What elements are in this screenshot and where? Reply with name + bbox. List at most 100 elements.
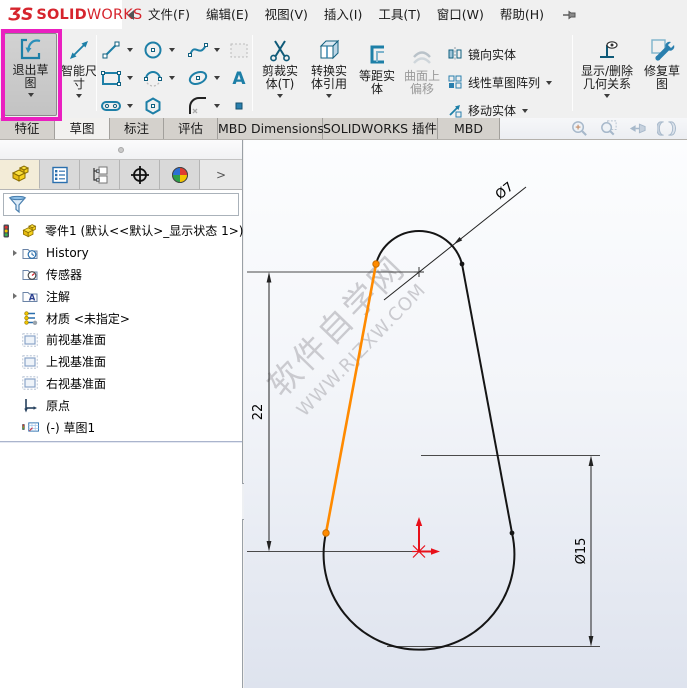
menu-window[interactable]: 窗口(W)	[429, 0, 492, 29]
tree-item-right-plane[interactable]: 右视基准面	[0, 373, 242, 395]
line-tool[interactable]	[99, 38, 141, 62]
sketch-text-icon	[227, 66, 251, 90]
circle-dropdown-caret-icon[interactable]	[169, 48, 175, 52]
relations-dropdown-caret-icon[interactable]	[604, 94, 610, 98]
tab-sketch[interactable]: 草图	[55, 118, 110, 139]
right-tangent-line[interactable]	[461, 263, 513, 534]
move-entities-dropdown-caret-icon[interactable]	[522, 108, 529, 113]
convert-entities-icon	[316, 37, 342, 63]
smart-dimension-dropdown-caret-icon[interactable]	[76, 94, 82, 98]
ribbon-separator	[572, 35, 573, 111]
slot-dropdown-caret-icon[interactable]	[127, 104, 133, 108]
tangent-point-marker[interactable]	[459, 261, 465, 267]
line-dropdown-caret-icon[interactable]	[127, 48, 133, 52]
pin-menu-icon[interactable]	[562, 7, 578, 23]
tree-item-origin[interactable]: 原点	[0, 394, 242, 416]
tree-item-front-plane[interactable]: 前视基准面	[0, 329, 242, 351]
graphics-viewport[interactable]: 软件自学网 WWW.RJZXW.COM 22 Ø15 Ø7	[244, 140, 687, 688]
menu-insert[interactable]: 插入(I)	[316, 0, 370, 29]
display-sphere-icon	[170, 165, 190, 185]
spline-tool[interactable]	[186, 38, 227, 62]
smart-dimension-button[interactable]: 智能尺寸	[61, 35, 97, 98]
previous-view-icon[interactable]	[628, 119, 647, 138]
tree-filter-box[interactable]	[3, 193, 239, 216]
sensors-folder-icon	[22, 266, 38, 282]
convert-entities-button[interactable]: 转换实体引用	[305, 35, 353, 98]
polygon-tool[interactable]	[141, 94, 186, 118]
tree-item-sensors[interactable]: 传感器	[0, 264, 242, 286]
sketch-plane-icon	[227, 38, 251, 62]
tab-mbd-dimensions[interactable]: MBD Dimensions	[218, 118, 324, 139]
property-manager-tab[interactable]	[40, 160, 80, 189]
repair-sketch-button[interactable]: 修复草图	[639, 35, 685, 91]
menu-view[interactable]: 视图(V)	[257, 0, 316, 29]
panel-resize-handle[interactable]	[0, 140, 242, 159]
tree-item-top-plane[interactable]: 上视基准面	[0, 351, 242, 373]
exit-sketch-button[interactable]: 退出草图	[4, 33, 57, 116]
offset-on-surface-label: 曲面上偏移	[403, 69, 440, 96]
tab-mbd[interactable]: MBD	[438, 118, 500, 139]
arc-dropdown-caret-icon[interactable]	[169, 76, 175, 80]
menu-file[interactable]: 文件(F)	[140, 0, 198, 29]
exit-sketch-label: 退出草图	[12, 63, 49, 90]
rectangle-tool[interactable]	[99, 66, 141, 90]
tab-solidworks-addins[interactable]: SOLIDWORKS 插件	[323, 118, 438, 139]
ellipse-dropdown-caret-icon[interactable]	[214, 76, 220, 80]
tab-features[interactable]: 特征	[0, 118, 55, 139]
dimension-diameter-15[interactable]: Ø15	[574, 455, 594, 647]
configuration-manager-tab[interactable]	[80, 160, 120, 189]
3d-sketch-plane-tool-disabled	[227, 38, 255, 62]
dimension-height-22[interactable]: 22	[251, 272, 272, 552]
selected-endpoint-marker[interactable]	[372, 260, 380, 268]
feature-tree-tab[interactable]	[0, 160, 40, 189]
dimxpert-manager-tab[interactable]	[120, 160, 160, 189]
menu-tools[interactable]: 工具(T)	[370, 0, 428, 29]
fillet-tool[interactable]	[186, 94, 227, 118]
section-view-icon[interactable]	[657, 119, 676, 138]
spline-icon	[186, 38, 210, 62]
tree-item-material[interactable]: 材质 <未指定>	[0, 307, 242, 329]
display-manager-tab[interactable]	[160, 160, 200, 189]
zoom-to-area-icon[interactable]	[599, 119, 618, 138]
sketch-origin[interactable]	[412, 517, 440, 558]
tree-root-part[interactable]: 零件1 (默认<<默认>_显示状态 1>)	[0, 220, 244, 242]
trim-dropdown-caret-icon[interactable]	[277, 94, 283, 98]
offset-entities-button[interactable]: 等距实体	[355, 40, 399, 96]
tree-item-annotations[interactable]: 注解	[0, 285, 242, 307]
tree-splitter[interactable]	[0, 440, 242, 443]
tab-evaluate[interactable]: 评估	[164, 118, 218, 139]
menu-collapse-arrow-icon[interactable]	[128, 9, 134, 20]
tangent-point-marker[interactable]	[509, 530, 515, 536]
fillet-dropdown-caret-icon[interactable]	[214, 104, 220, 108]
circle-tool[interactable]	[141, 38, 186, 62]
expand-arrow-icon[interactable]	[8, 293, 22, 300]
spline-dropdown-caret-icon[interactable]	[214, 48, 220, 52]
menu-edit[interactable]: 编辑(E)	[198, 0, 257, 29]
text-tool[interactable]	[227, 66, 255, 90]
part-icon	[10, 164, 30, 184]
pattern-tools-stack: 镜向实体 线性草图阵列 移动实体	[447, 40, 553, 124]
exit-sketch-dropdown-caret-icon[interactable]	[27, 93, 34, 97]
tree-item-sketch1[interactable]: (-) 草图1	[0, 416, 242, 438]
trim-entities-button[interactable]: 剪裁实体(T)	[257, 35, 303, 98]
panel-tabs-overflow-button[interactable]: >	[200, 160, 242, 189]
slot-tool[interactable]	[99, 94, 141, 118]
ellipse-tool[interactable]	[186, 66, 227, 90]
zoom-to-fit-icon[interactable]	[570, 119, 589, 138]
linear-pattern-dropdown-caret-icon[interactable]	[546, 80, 553, 85]
point-tool[interactable]	[227, 94, 255, 118]
plane-icon	[22, 375, 38, 391]
mirror-entities-button[interactable]: 镜向实体	[447, 40, 552, 68]
rectangle-dropdown-caret-icon[interactable]	[127, 76, 133, 80]
trim-scissors-icon	[267, 37, 293, 63]
display-delete-relations-button[interactable]: 显示/删除几何关系	[577, 35, 637, 98]
tab-markup[interactable]: 标注	[110, 118, 164, 139]
tree-item-history[interactable]: History	[0, 242, 242, 264]
linear-sketch-pattern-button[interactable]: 线性草图阵列	[447, 68, 553, 96]
selected-endpoint-marker[interactable]	[322, 529, 330, 537]
part-root-label: 零件1 (默认<<默认>_显示状态 1>)	[45, 224, 244, 239]
menu-help[interactable]: 帮助(H)	[492, 0, 552, 29]
convert-dropdown-caret-icon[interactable]	[326, 94, 332, 98]
arc-tool[interactable]	[141, 66, 186, 90]
expand-arrow-icon[interactable]	[8, 249, 22, 256]
